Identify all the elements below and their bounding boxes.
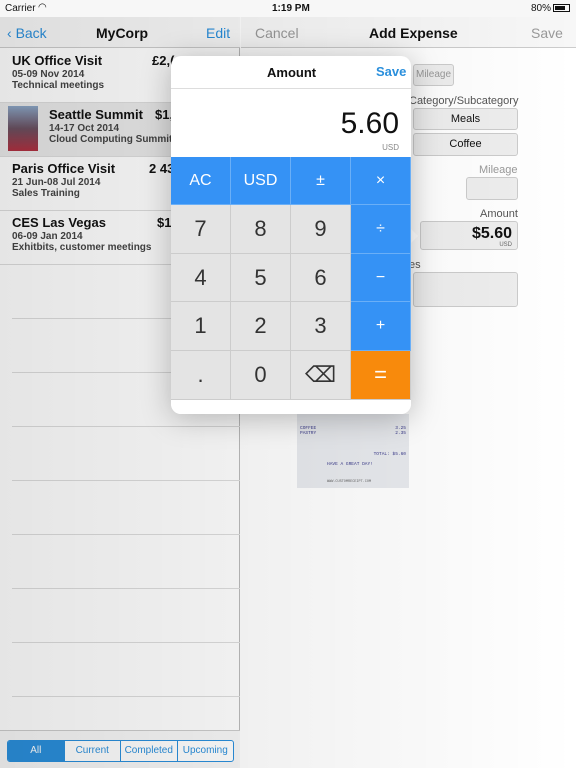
receipt-text: PASTRY [300, 431, 317, 436]
subcategory-button[interactable]: Coffee [413, 133, 518, 156]
trip-title: Paris Office Visit [12, 161, 116, 176]
battery-icon [553, 4, 570, 12]
trip-description: Technical meetings [12, 80, 105, 91]
key-multiply[interactable]: × [351, 157, 411, 205]
filter-current[interactable]: Current [63, 741, 121, 761]
right-nav-bar: Cancel Add Expense Save [241, 17, 576, 48]
receipt-text: HAVE A GREAT DAY! [327, 462, 373, 467]
mileage-label: Mileage [479, 164, 518, 176]
key-1[interactable]: 1 [171, 302, 231, 351]
key-minus[interactable]: − [351, 254, 411, 302]
divider [12, 642, 240, 643]
calculator-display: 5.60 USD [171, 89, 411, 157]
trip-description: Exhitbits, customer meetings [12, 242, 152, 253]
back-label: Back [15, 25, 47, 41]
key-plus[interactable]: + [351, 302, 411, 351]
back-button[interactable]: ‹ Back [7, 25, 47, 41]
key-6[interactable]: 6 [291, 254, 351, 302]
category-label: Category/Subcategory [409, 95, 519, 107]
left-nav-bar: ‹ Back MyCorp Edit [0, 17, 240, 48]
trip-dates: 14-17 Oct 2014 [49, 123, 120, 134]
key-0[interactable]: 0 [231, 351, 291, 400]
mileage-input[interactable] [466, 177, 518, 200]
trip-description: Sales Training [12, 188, 80, 199]
divider [12, 534, 240, 535]
trip-title: Seattle Summit [49, 107, 143, 122]
clock: 1:19 PM [272, 3, 310, 14]
notes-input[interactable] [413, 272, 518, 307]
category-button[interactable]: Meals [413, 108, 518, 130]
key-7[interactable]: 7 [171, 205, 231, 254]
list-title: MyCorp [96, 25, 149, 41]
key-plus-minus[interactable]: ± [291, 157, 351, 205]
expense-title: Add Expense [369, 25, 458, 41]
trip-thumbnail [8, 106, 38, 151]
filter-upcoming[interactable]: Upcoming [176, 741, 234, 761]
display-currency: USD [382, 143, 399, 152]
trip-title: UK Office Visit [12, 53, 103, 68]
popover-save-button[interactable]: Save [376, 64, 406, 79]
key-currency[interactable]: USD [231, 157, 291, 205]
edit-button[interactable]: Edit [206, 25, 230, 41]
mileage-toggle-button[interactable]: Mileage [413, 64, 454, 86]
key-8[interactable]: 8 [231, 205, 291, 254]
divider [12, 696, 240, 697]
filter-completed[interactable]: Completed [120, 741, 177, 761]
key-divide[interactable]: ÷ [351, 205, 411, 254]
receipt-text: WWW.CUSTOMRECEIPT.COM [327, 480, 372, 484]
amount-currency: USD [499, 242, 512, 248]
trip-title: CES Las Vegas [12, 215, 106, 230]
popover-header: Amount Save [171, 56, 411, 89]
key-2[interactable]: 2 [231, 302, 291, 351]
key-clear[interactable]: AC [171, 157, 231, 205]
divider [12, 480, 240, 481]
amount-label: Amount [480, 208, 518, 220]
trip-dates: 06-09 Jan 2014 [12, 231, 83, 242]
divider [12, 426, 240, 427]
divider [12, 588, 240, 589]
trip-dates: 21 Jun-08 Jul 2014 [12, 177, 101, 188]
filter-all[interactable]: All [8, 741, 64, 761]
amount-value: $5.60 [471, 225, 512, 242]
popover-title: Amount [267, 65, 317, 80]
receipt-text: TOTAL: $5.60 [373, 452, 406, 457]
key-3[interactable]: 3 [291, 302, 351, 351]
carrier-label: Carrier [5, 3, 36, 14]
key-5[interactable]: 5 [231, 254, 291, 302]
key-decimal[interactable]: . [171, 351, 231, 400]
keypad: AC USD ± × 7 8 9 ÷ 4 5 6− 1 2 3 +. 0 ⌫ = [171, 157, 411, 400]
cancel-button[interactable]: Cancel [255, 25, 299, 41]
key-backspace-icon[interactable]: ⌫ [291, 351, 351, 400]
amount-calculator-popover: Amount Save 5.60 USD AC USD ± × 7 8 9 ÷ 4 5 6−1 2 3 +… [171, 56, 411, 414]
save-expense-button[interactable]: Save [531, 25, 563, 41]
status-bar: Carrier ◠ 1:19 PM 80% [0, 0, 576, 17]
filter-segmented-control[interactable]: All Current Completed Upcoming [7, 740, 234, 762]
receipt-text: 2.35 [395, 431, 406, 436]
receipt-image[interactable]: COFFEE 3.25 PASTRY 2.35 TOTAL: $5.60 HAVE … [297, 414, 409, 488]
display-value: 5.60 [340, 107, 399, 140]
wifi-icon: ◠ [38, 2, 47, 13]
trip-amount: $1 [157, 215, 172, 230]
trip-description: Cloud Computing Summit [49, 134, 173, 145]
trip-dates: 05-09 Nov 2014 [12, 69, 85, 80]
battery-percent: 80% [531, 3, 552, 14]
amount-field[interactable]: $5.60 USD [420, 221, 518, 250]
key-9[interactable]: 9 [291, 205, 351, 254]
key-equals[interactable]: = [351, 351, 411, 400]
key-4[interactable]: 4 [171, 254, 231, 302]
